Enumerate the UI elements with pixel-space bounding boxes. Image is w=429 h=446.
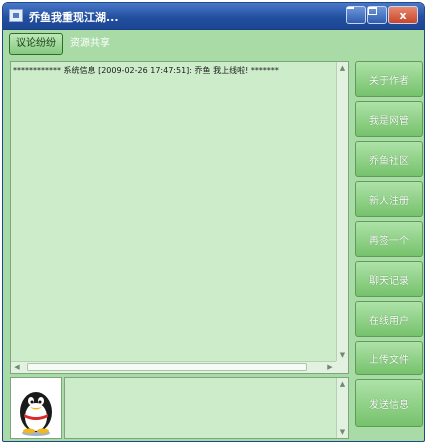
- scroll-corner: [336, 361, 348, 373]
- upload-file-button[interactable]: 上传文件: [355, 341, 423, 375]
- scroll-up-icon[interactable]: ▲: [337, 62, 348, 74]
- maximize-button[interactable]: [367, 6, 387, 24]
- chat-history[interactable]: ************ 系统信息 [2009-02-26 17:47:51]:…: [10, 61, 349, 374]
- minimize-button[interactable]: [346, 6, 366, 24]
- message-input[interactable]: ▲ ▼: [64, 377, 349, 439]
- horizontal-scroll-thumb[interactable]: [27, 363, 307, 371]
- community-button[interactable]: 乔鱼社区: [355, 141, 423, 177]
- admin-button[interactable]: 我是网管: [355, 101, 423, 137]
- tab-resource-share[interactable]: 资源共享: [63, 33, 117, 55]
- input-vertical-scrollbar[interactable]: ▲ ▼: [336, 378, 348, 438]
- title-bar[interactable]: 乔鱼我重现江湖... x: [3, 3, 424, 30]
- scroll-down-icon[interactable]: ▼: [337, 349, 348, 361]
- app-window: 乔鱼我重现江湖... x 议论纷纷 资源共享 ************ 系统信息…: [2, 2, 425, 442]
- online-users-button[interactable]: 在线用户: [355, 301, 423, 337]
- window-controls: x: [345, 6, 418, 24]
- minimize-icon: [347, 7, 354, 9]
- penguin-icon: [20, 392, 52, 436]
- scroll-right-icon[interactable]: ▶: [324, 362, 336, 373]
- tab-discussion[interactable]: 议论纷纷: [9, 33, 63, 55]
- close-button[interactable]: x: [388, 6, 418, 24]
- close-icon: x: [399, 8, 407, 22]
- chat-horizontal-scrollbar[interactable]: ◀ ▶: [11, 361, 336, 373]
- chat-log-button[interactable]: 聊天记录: [355, 261, 423, 297]
- register-button[interactable]: 新人注册: [355, 181, 423, 217]
- window-title: 乔鱼我重现江湖...: [29, 11, 119, 24]
- avatar[interactable]: [10, 377, 62, 439]
- scroll-up-icon[interactable]: ▲: [337, 378, 348, 390]
- send-message-button[interactable]: 发送信息: [355, 379, 423, 427]
- maximize-icon: [368, 7, 377, 15]
- chat-message: ************ 系统信息 [2009-02-26 17:47:51]:…: [13, 66, 279, 75]
- sign-another-button[interactable]: 再签一个: [355, 221, 423, 257]
- scroll-left-icon[interactable]: ◀: [11, 362, 23, 373]
- chat-vertical-scrollbar[interactable]: ▲ ▼: [336, 62, 348, 361]
- scroll-down-icon[interactable]: ▼: [337, 426, 348, 438]
- tab-bar: 议论纷纷 资源共享: [9, 33, 117, 55]
- about-author-button[interactable]: 关于作者: [355, 61, 423, 97]
- app-icon: [9, 9, 23, 22]
